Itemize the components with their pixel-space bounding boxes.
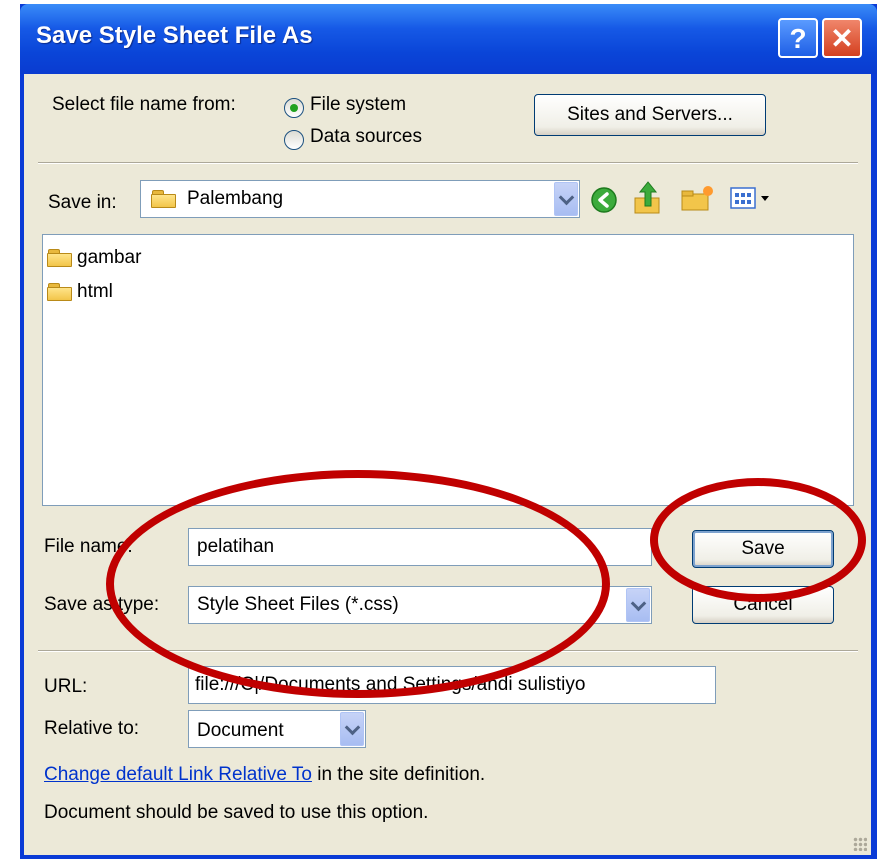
relative-to-combo[interactable]: Document <box>188 710 366 748</box>
select-from-label: Select file name from: <box>52 94 236 115</box>
folder-icon <box>151 190 177 208</box>
file-system-option-label[interactable]: File system <box>310 94 406 116</box>
relative-to-label: Relative to: <box>44 718 140 739</box>
save-in-value: Palembang <box>187 188 284 209</box>
back-icon[interactable] <box>590 186 618 214</box>
dialog-title: Save Style Sheet File As <box>36 22 313 49</box>
save-dialog: Save Style Sheet File As ? ✕ Select file… <box>20 4 877 859</box>
new-folder-icon[interactable] <box>680 184 716 214</box>
data-sources-radio[interactable] <box>284 130 304 150</box>
link-line-rest: in the site definition. <box>311 764 486 785</box>
url-label: URL: <box>44 676 88 697</box>
folder-icon <box>47 283 73 301</box>
help-button[interactable]: ? <box>778 18 818 58</box>
link-line: Change default Link Relative To in the s… <box>44 764 485 786</box>
sites-and-servers-button[interactable]: Sites and Servers... <box>534 94 766 136</box>
save-note: Document should be saved to use this opt… <box>44 802 429 823</box>
file-name: html <box>77 281 113 302</box>
close-button[interactable]: ✕ <box>822 18 862 58</box>
save-in-combo[interactable]: Palembang <box>140 180 580 218</box>
title-bar[interactable]: Save Style Sheet File As ? ✕ <box>20 4 877 74</box>
chevron-down-icon[interactable] <box>340 712 364 746</box>
up-folder-icon[interactable] <box>632 180 664 216</box>
change-default-link[interactable]: Change default Link Relative To <box>44 764 312 785</box>
list-item-html[interactable]: html <box>47 279 247 305</box>
annotation-ellipse-save-button <box>650 478 866 602</box>
annotation-ellipse-file-fields <box>106 470 610 698</box>
folder-icon <box>47 249 73 267</box>
save-in-label: Save in: <box>48 192 117 213</box>
file-list[interactable]: gambar html <box>42 234 854 506</box>
chevron-down-icon[interactable] <box>626 588 650 622</box>
dialog-body: Select file name from: File system Data … <box>24 74 871 855</box>
file-system-radio[interactable] <box>284 98 304 118</box>
separator <box>38 162 858 164</box>
file-name: gambar <box>77 247 142 268</box>
resize-grip[interactable] <box>853 837 867 851</box>
relative-to-value: Document <box>197 720 284 741</box>
view-menu-icon[interactable] <box>730 186 776 212</box>
list-item-gambar[interactable]: gambar <box>47 245 247 271</box>
data-sources-option-label[interactable]: Data sources <box>310 126 422 148</box>
chevron-down-icon[interactable] <box>554 182 578 216</box>
